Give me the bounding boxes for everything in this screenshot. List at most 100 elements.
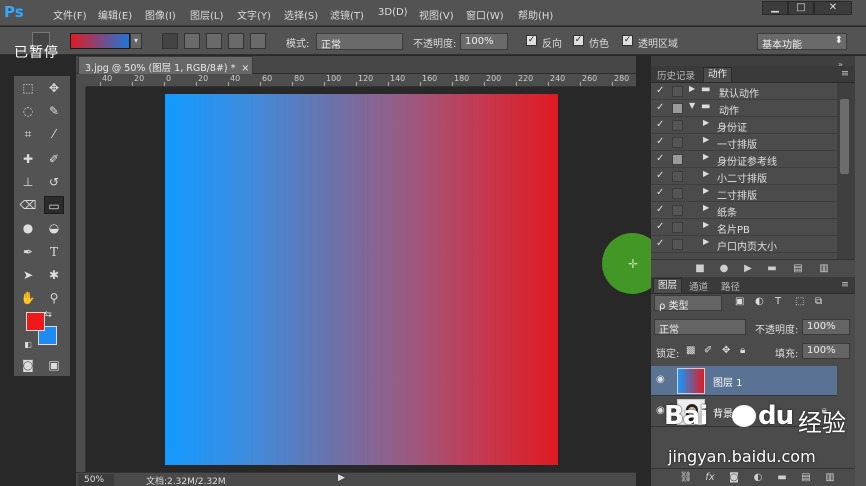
action-enabled-check-icon[interactable]: ✓	[656, 204, 667, 215]
actions-scroll-thumb[interactable]	[840, 99, 849, 174]
action-enabled-check-icon[interactable]: ✓	[656, 102, 667, 113]
record-icon[interactable]: ●	[717, 262, 731, 276]
stop-icon[interactable]: ■	[693, 262, 707, 276]
lock-all-icon[interactable]: 🔒︎	[740, 345, 745, 356]
action-row[interactable]: ✓ ▶ 二寸排版	[651, 185, 837, 202]
gradient-swatch[interactable]	[70, 33, 130, 49]
adjustment-layer-icon[interactable]: ◐	[751, 471, 765, 485]
action-row[interactable]: ✓ ▶ 户口内页大小	[651, 236, 837, 253]
type-tool-icon[interactable]: T	[44, 243, 64, 261]
close-button[interactable]: ✕	[814, 1, 852, 15]
zoom-field[interactable]: 50%	[78, 474, 114, 486]
action-enabled-check-icon[interactable]: ✓	[656, 221, 667, 232]
reflected-gradient-icon[interactable]	[228, 33, 244, 49]
clone-stamp-icon[interactable]: ⊥	[18, 173, 38, 191]
linear-gradient-icon[interactable]	[162, 33, 178, 49]
action-enabled-check-icon[interactable]: ✓	[656, 153, 667, 164]
new-group-icon[interactable]: ▬	[775, 471, 789, 485]
history-brush-icon[interactable]: ↺	[44, 173, 64, 191]
lasso-tool-icon[interactable]: ◌	[18, 102, 38, 120]
dialog-toggle-icon[interactable]	[672, 222, 683, 233]
marquee-tool-icon[interactable]: ⬚	[18, 79, 38, 97]
new-layer-icon[interactable]: ▤	[799, 471, 813, 485]
play-icon[interactable]: ▶	[741, 262, 755, 276]
visibility-eye-icon[interactable]: ◉	[656, 405, 668, 417]
tab-paths[interactable]: 路径	[717, 279, 744, 293]
layer-name[interactable]: 背景	[713, 405, 733, 420]
menu-layer[interactable]: 图层(L)	[190, 7, 223, 22]
blur-tool-icon[interactable]: ●	[18, 219, 38, 237]
tab-layers[interactable]: 图层	[653, 278, 683, 293]
angle-gradient-icon[interactable]	[206, 33, 222, 49]
eraser-tool-icon[interactable]: ⌫	[18, 196, 38, 214]
filter-type-icon[interactable]: T	[775, 296, 781, 307]
gradient-tool-icon[interactable]: ▭	[44, 196, 64, 214]
action-row[interactable]: ✓ ▶ 名片PB	[651, 219, 837, 236]
pen-tool-icon[interactable]: ✒	[18, 243, 38, 261]
gradient-image[interactable]	[165, 94, 558, 465]
tab-history[interactable]: 历史记录	[653, 68, 699, 82]
minimize-button[interactable]: ▁	[762, 1, 788, 15]
document-tab[interactable]: 3.jpg @ 50% (图层 1, RGB/8#) * ×	[78, 56, 253, 74]
filter-shape-icon[interactable]: ⬚	[795, 296, 804, 307]
action-row[interactable]: ✓ ▶ 小二寸排版	[651, 168, 837, 185]
action-enabled-check-icon[interactable]: ✓	[656, 238, 667, 249]
collapsed-triangle-icon[interactable]: ▶	[703, 152, 709, 161]
quick-select-tool-icon[interactable]: ✎	[44, 102, 64, 120]
gradient-picker-arrow[interactable]: ▾	[130, 33, 142, 49]
path-select-icon[interactable]: ➤	[18, 266, 38, 284]
screen-mode-icon[interactable]: ▣	[44, 356, 64, 374]
collapsed-triangle-icon[interactable]: ▶	[689, 84, 695, 93]
eyedropper-tool-icon[interactable]: ⁄	[44, 125, 64, 143]
filter-pixel-icon[interactable]: ▣	[735, 296, 744, 307]
action-enabled-check-icon[interactable]: ✓	[656, 119, 667, 130]
close-tab-icon[interactable]: ×	[241, 63, 249, 74]
lock-pixels-icon[interactable]: ✐	[704, 345, 712, 356]
collapsed-triangle-icon[interactable]: ▶	[703, 118, 709, 127]
menu-image[interactable]: 图像(I)	[145, 7, 176, 22]
delete-layer-icon[interactable]: ▥	[823, 471, 837, 485]
collapsed-triangle-icon[interactable]: ▶	[703, 135, 709, 144]
zoom-tool-icon[interactable]: ⚲	[44, 289, 64, 307]
menu-select[interactable]: 选择(S)	[284, 7, 318, 22]
dialog-toggle-icon[interactable]	[672, 205, 683, 216]
menu-edit[interactable]: 编辑(E)	[98, 7, 132, 22]
tab-channels[interactable]: 通道	[685, 279, 712, 293]
expanded-triangle-icon[interactable]: ▼	[689, 101, 695, 110]
dodge-tool-icon[interactable]: ◒	[44, 219, 64, 237]
action-enabled-check-icon[interactable]: ✓	[656, 170, 667, 181]
action-row[interactable]: ✓ ▶ 身份证参考线	[651, 151, 837, 168]
add-mask-icon[interactable]: ◙	[727, 471, 741, 485]
action-row[interactable]: ✓ ▶ ▬ 默认动作	[651, 83, 837, 100]
transparency-checkbox[interactable]: ✓	[622, 35, 633, 46]
lock-transparent-icon[interactable]: ▩	[686, 345, 695, 356]
action-enabled-check-icon[interactable]: ✓	[656, 136, 667, 147]
layer-filter-dropdown[interactable]: ρ 类型	[654, 295, 722, 312]
dialog-toggle-icon[interactable]	[672, 103, 683, 114]
menu-window[interactable]: 窗口(W)	[466, 7, 504, 22]
collapsed-triangle-icon[interactable]: ▶	[703, 186, 709, 195]
crop-tool-icon[interactable]: ⌗	[18, 125, 38, 143]
status-menu-arrow-icon[interactable]: ▶	[338, 473, 345, 483]
action-row[interactable]: ✓ ▼ ▬ 动作	[651, 100, 837, 117]
delete-action-icon[interactable]: ▥	[817, 262, 831, 276]
move-tool-icon[interactable]: ✥	[44, 79, 64, 97]
dialog-toggle-icon[interactable]	[672, 154, 683, 165]
visibility-eye-icon[interactable]: ◉	[656, 374, 668, 386]
maximize-button[interactable]: □	[788, 1, 814, 15]
menu-filter[interactable]: 滤镜(T)	[330, 7, 364, 22]
action-row[interactable]: ✓ ▶ 身份证	[651, 117, 837, 134]
diamond-gradient-icon[interactable]	[250, 33, 266, 49]
dialog-toggle-icon[interactable]	[672, 120, 683, 131]
mode-dropdown[interactable]: 正常	[316, 33, 403, 51]
healing-brush-icon[interactable]: ✚	[18, 150, 38, 168]
menu-3d[interactable]: 3D(D)	[378, 7, 408, 18]
foreground-color-swatch[interactable]	[26, 312, 45, 331]
dialog-toggle-icon[interactable]	[672, 188, 683, 199]
custom-shape-icon[interactable]: ✱	[44, 266, 64, 284]
layer-fx-icon[interactable]: fx	[703, 471, 717, 485]
dither-checkbox[interactable]: ✓	[573, 35, 584, 46]
workspace-dropdown[interactable]: 基本功能 ⬍	[757, 33, 847, 51]
collapsed-triangle-icon[interactable]: ▶	[703, 237, 709, 246]
brush-tool-icon[interactable]: ✐	[44, 150, 64, 168]
